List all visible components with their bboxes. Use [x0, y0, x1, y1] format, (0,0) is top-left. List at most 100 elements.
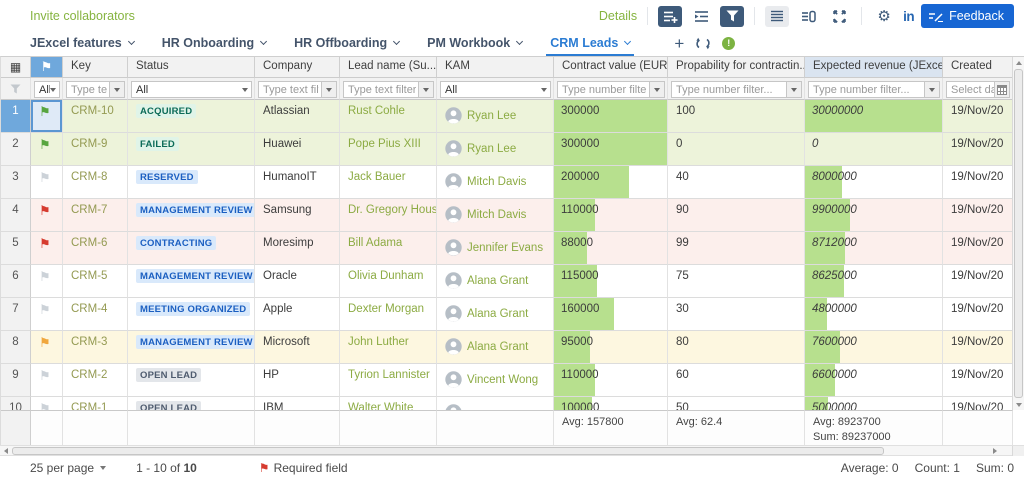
tab-hr-offboarding[interactable]: HR Offboarding — [294, 30, 401, 56]
lead-name-cell[interactable]: Dexter Morgan — [340, 298, 437, 331]
company-cell[interactable]: Oracle — [255, 265, 340, 298]
probability-cell[interactable]: 75 — [668, 265, 805, 298]
tab-pm-workbook[interactable]: PM Workbook — [427, 30, 524, 56]
filter-probability[interactable] — [668, 78, 805, 100]
lead-name-cell[interactable]: John Luther — [340, 331, 437, 364]
expected-revenue-cell[interactable]: 30000000 — [805, 100, 943, 133]
filter-button[interactable] — [720, 5, 745, 27]
created-cell[interactable]: 19/Nov/20 — [943, 364, 1013, 397]
probability-cell[interactable]: 80 — [668, 331, 805, 364]
row-number-cell[interactable]: 6 — [1, 265, 31, 298]
row-number-cell[interactable]: 10 — [1, 397, 31, 410]
column-header-contract-value[interactable]: Contract value (EUR) — [554, 57, 668, 78]
probability-cell[interactable]: 100 — [668, 100, 805, 133]
expected-filter-input[interactable] — [808, 81, 925, 98]
company-cell[interactable]: IBM — [255, 397, 340, 410]
company-cell[interactable]: Apple — [255, 298, 340, 331]
flag-cell[interactable]: ⚑ — [31, 133, 63, 166]
created-cell[interactable]: 19/Nov/20 — [943, 331, 1013, 364]
issue-key-cell[interactable]: CRM-10 — [63, 100, 128, 133]
company-cell[interactable]: Samsung — [255, 199, 340, 232]
created-cell[interactable]: 19/Nov/20 — [943, 133, 1013, 166]
column-header-key[interactable]: Key — [63, 57, 128, 78]
issue-key-cell[interactable]: CRM-2 — [63, 364, 128, 397]
filter-flag[interactable]: All — [31, 78, 63, 100]
filter-key[interactable] — [63, 78, 128, 100]
kam-cell[interactable]: Ryan Lee — [437, 133, 554, 166]
contract-value-cell[interactable]: 100000 — [554, 397, 668, 410]
row-number-cell[interactable]: 8 — [1, 331, 31, 364]
created-cell[interactable]: 19/Nov/20 — [943, 397, 1013, 410]
date-picker-button[interactable] — [995, 81, 1010, 98]
row-number-cell[interactable]: 2 — [1, 133, 31, 166]
expected-revenue-cell[interactable]: 8000000 — [805, 166, 943, 199]
contract-value-cell[interactable]: 115000 — [554, 265, 668, 298]
flag-cell[interactable]: ⚑ — [31, 232, 63, 265]
horizontal-scrollbar[interactable] — [0, 445, 1024, 456]
status-cell[interactable]: ACQUIRED — [128, 100, 255, 133]
add-rows-button[interactable] — [658, 5, 683, 27]
flag-cell[interactable]: ⚑ — [31, 397, 63, 410]
contract-value-cell[interactable]: 88000 — [554, 232, 668, 265]
company-cell[interactable]: Microsoft — [255, 331, 340, 364]
kam-cell[interactable]: Ryan Lee — [437, 100, 554, 133]
status-cell[interactable]: MANAGEMENT REVIEW — [128, 265, 255, 298]
kam-cell[interactable]: Mitch Davis — [437, 166, 554, 199]
filter-expected-revenue[interactable] — [805, 78, 943, 100]
probability-cell[interactable]: 90 — [668, 199, 805, 232]
indent-rows-button[interactable] — [689, 6, 713, 27]
lead-filter-input[interactable] — [343, 81, 419, 98]
invite-collaborators-link[interactable]: Invite collaborators — [30, 9, 135, 23]
company-filter-dropdown[interactable] — [322, 81, 337, 98]
scroll-left-arrow[interactable] — [0, 446, 11, 456]
created-cell[interactable]: 19/Nov/20 — [943, 265, 1013, 298]
tab-hr-onboarding[interactable]: HR Onboarding — [162, 30, 268, 56]
row-density-button[interactable] — [765, 5, 790, 27]
expected-filter-dropdown[interactable] — [925, 81, 940, 98]
kam-cell[interactable]: Alana Grant — [437, 265, 554, 298]
contract-value-cell[interactable]: 95000 — [554, 331, 668, 364]
contract-value-cell[interactable]: 300000 — [554, 100, 668, 133]
lead-name-cell[interactable]: Rust Cohle — [340, 100, 437, 133]
key-filter-input[interactable] — [66, 81, 110, 98]
filter-lead-name[interactable] — [340, 78, 437, 100]
company-cell[interactable]: Moresimp — [255, 232, 340, 265]
expected-revenue-cell[interactable]: 8712000 — [805, 232, 943, 265]
status-cell[interactable]: MEETING ORGANIZED — [128, 298, 255, 331]
created-cell[interactable]: 19/Nov/20 — [943, 166, 1013, 199]
column-header-kam[interactable]: KAM — [437, 57, 554, 78]
lead-name-cell[interactable]: Dr. Gregory House — [340, 199, 437, 232]
row-number-cell[interactable]: 9 — [1, 364, 31, 397]
kam-cell[interactable]: Vincent Wong — [437, 364, 554, 397]
flag-cell[interactable]: ⚑ — [31, 298, 63, 331]
horizontal-scrollbar-thumb[interactable] — [12, 447, 884, 455]
kam-cell[interactable]: Mitch Davis — [437, 199, 554, 232]
probability-cell[interactable]: 60 — [668, 364, 805, 397]
status-cell[interactable]: RESERVED — [128, 166, 255, 199]
expected-revenue-cell[interactable]: 9900000 — [805, 199, 943, 232]
expected-revenue-cell[interactable]: 4800000 — [805, 298, 943, 331]
row-number-cell[interactable]: 5 — [1, 232, 31, 265]
date-filter-input[interactable] — [946, 81, 995, 98]
tab-jexcel-features[interactable]: JExcel features — [30, 30, 135, 56]
add-sheet-button[interactable]: + — [674, 35, 684, 52]
column-header-probability[interactable]: Propability for contractin... — [668, 57, 805, 78]
status-cell[interactable]: MANAGEMENT REVIEW — [128, 331, 255, 364]
fullscreen-button[interactable] — [827, 6, 851, 27]
issue-key-cell[interactable]: CRM-3 — [63, 331, 128, 364]
lead-name-cell[interactable]: Pope Pius XIII — [340, 133, 437, 166]
probability-cell[interactable]: 99 — [668, 232, 805, 265]
probability-cell[interactable]: 30 — [668, 298, 805, 331]
vertical-scrollbar-thumb[interactable] — [1014, 69, 1023, 398]
company-cell[interactable]: Huawei — [255, 133, 340, 166]
status-cell[interactable]: OPEN LEAD — [128, 397, 255, 410]
scroll-right-arrow[interactable] — [989, 446, 1000, 456]
flag-cell[interactable]: ⚑ — [31, 331, 63, 364]
filter-kam[interactable]: All — [437, 78, 554, 100]
tab-crm-leads[interactable]: CRM Leads — [546, 30, 635, 56]
column-header-expected-revenue[interactable]: Expected revenue (JExcel... — [805, 57, 943, 78]
column-header-company[interactable]: Company — [255, 57, 340, 78]
status-cell[interactable]: FAILED — [128, 133, 255, 166]
issue-key-cell[interactable]: CRM-5 — [63, 265, 128, 298]
filter-company[interactable] — [255, 78, 340, 100]
